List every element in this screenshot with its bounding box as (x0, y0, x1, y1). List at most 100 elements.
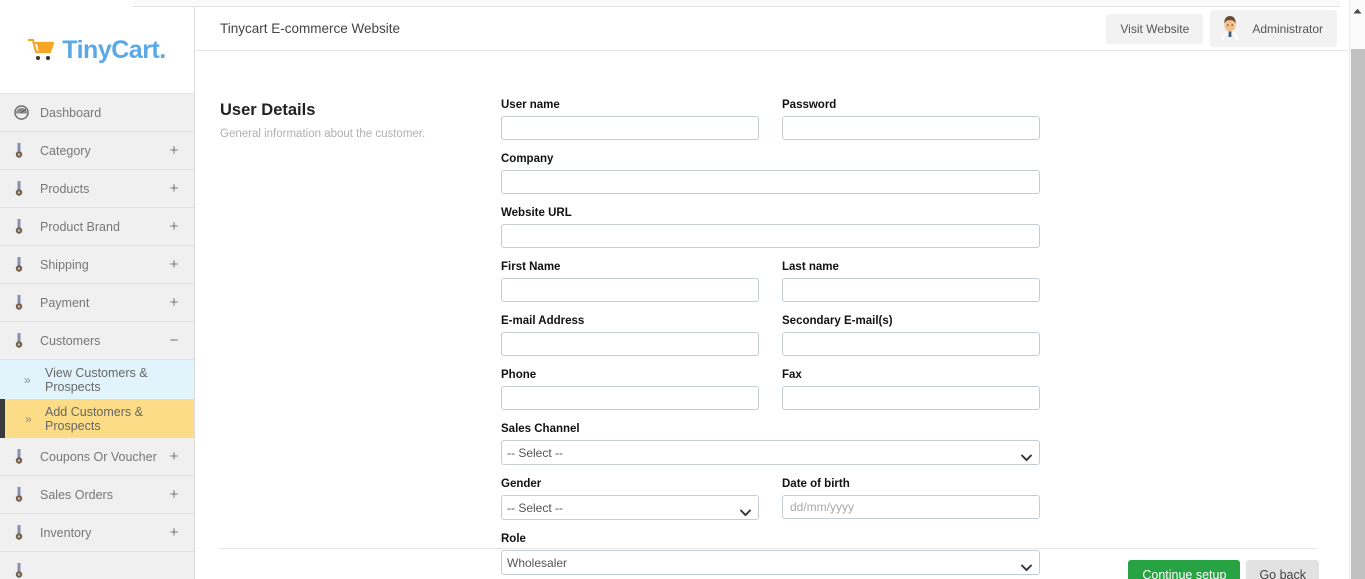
gender-select[interactable]: -- Select -- (501, 495, 759, 520)
page-title: Tinycart E-commerce Website (220, 21, 401, 36)
sidebar-item-customers[interactable]: Customers − (0, 322, 194, 360)
sidebar-item-label: Products (40, 181, 90, 196)
sidebar-item-label: Product Brand (40, 219, 120, 234)
sales-channel-select[interactable]: -- Select -- (501, 440, 1040, 465)
secondary-email-input[interactable] (782, 332, 1040, 356)
fax-input[interactable] (782, 386, 1040, 410)
sidebar-item-label: Payment (40, 295, 90, 310)
sidebar-item-shipping[interactable]: Shipping + (0, 246, 194, 284)
pin-icon (14, 448, 40, 465)
pin-icon (14, 256, 40, 273)
role-select[interactable]: Wholesaler (501, 550, 1040, 575)
footer-divider (220, 548, 1316, 549)
browser-scrollbar[interactable] (1349, 0, 1365, 579)
company-input[interactable] (501, 170, 1040, 194)
field-gender: Gender -- Select -- (501, 478, 759, 520)
website-url-label: Website URL (501, 207, 572, 219)
pin-icon (14, 486, 40, 503)
sidebar-toggle-icon[interactable]: + (168, 525, 180, 540)
footer-actions: Continue setup Go back (1128, 560, 1319, 579)
brand-logo-area[interactable]: TinyCart. (0, 7, 194, 94)
field-date-of-birth: Date of birth (782, 478, 1040, 520)
sidebar-toggle-icon[interactable]: + (168, 181, 180, 196)
sidebar-toggle-icon[interactable]: + (168, 257, 180, 272)
sidebar-toggle-icon[interactable]: + (168, 219, 180, 234)
sidebar-item-label: Shipping (40, 257, 89, 272)
brand-name: TinyCart. (62, 35, 166, 64)
sidebar-item-coupons-or-voucher[interactable]: Coupons Or Voucher + (0, 438, 194, 476)
continue-setup-button[interactable]: Continue setup (1128, 560, 1241, 579)
field-email: E-mail Address (501, 315, 759, 356)
field-phone: Phone (501, 369, 759, 410)
phone-label: Phone (501, 369, 537, 381)
sidebar-item-payment[interactable]: Payment + (0, 284, 194, 322)
email-label: E-mail Address (501, 315, 585, 327)
account-menu-button[interactable]: Administrator (1210, 10, 1337, 47)
pin-icon (14, 294, 40, 311)
pin-icon (14, 142, 40, 159)
chevron-double-right-icon: » (24, 372, 31, 387)
scroll-up-arrow-icon[interactable] (1350, 4, 1365, 18)
sidebar-item-add-customers[interactable]: » Add Customers & Prospects (0, 399, 194, 438)
sidebar-item-sales-orders[interactable]: Sales Orders + (0, 476, 194, 514)
user-avatar-icon (1218, 14, 1242, 43)
sidebar-item-products[interactable]: Products + (0, 170, 194, 208)
date-of-birth-input[interactable] (782, 495, 1040, 519)
company-label: Company (501, 153, 554, 165)
pin-icon (14, 524, 40, 541)
phone-input[interactable] (501, 386, 759, 410)
sidebar-item-label: Customers (40, 333, 101, 348)
last-name-label: Last name (782, 261, 839, 273)
main-area: Tinycart E-commerce Website Visit Websit… (195, 7, 1349, 579)
app-shell: TinyCart. Dashboard Category + Products … (0, 7, 1349, 579)
browser-top-strip-inner (133, 0, 1340, 7)
field-secondary-email: Secondary E-mail(s) (782, 315, 1040, 356)
pin-icon (14, 180, 40, 197)
topbar-actions: Visit Website Administrator (1106, 10, 1337, 47)
email-input[interactable] (501, 332, 759, 356)
sales-channel-label: Sales Channel (501, 423, 580, 435)
password-label: Password (782, 99, 837, 111)
browser-viewport: TinyCart. Dashboard Category + Products … (0, 0, 1365, 579)
secondary-email-label: Secondary E-mail(s) (782, 315, 893, 327)
first-name-label: First Name (501, 261, 561, 273)
sidebar-item-label: Category (40, 143, 91, 158)
date-of-birth-label: Date of birth (782, 478, 850, 490)
field-role: Role Wholesaler (501, 533, 1040, 575)
scrollbar-thumb[interactable] (1351, 49, 1365, 579)
sidebar-item-inventory[interactable]: Inventory + (0, 514, 194, 552)
last-name-input[interactable] (782, 278, 1040, 302)
username-input[interactable] (501, 116, 759, 140)
pin-icon (14, 332, 40, 349)
sidebar-toggle-icon[interactable]: + (168, 295, 180, 310)
sidebar-toggle-icon[interactable]: + (168, 143, 180, 158)
sidebar-item-partial[interactable] (0, 552, 194, 579)
section-title: User Details (220, 101, 316, 119)
website-url-input[interactable] (501, 224, 1040, 248)
username-label: User name (501, 99, 560, 111)
fax-label: Fax (782, 369, 802, 381)
dashboard-gauge-icon (14, 105, 40, 120)
sidebar-toggle-icon[interactable]: + (168, 449, 180, 464)
chevron-double-right-icon: » (25, 411, 32, 426)
sidebar-item-label: Sales Orders (40, 487, 113, 502)
sidebar-toggle-icon[interactable]: + (168, 487, 180, 502)
gender-label: Gender (501, 478, 542, 490)
field-first-name: First Name (501, 261, 759, 302)
section-header: User Details General information about t… (220, 101, 480, 140)
sidebar-item-dashboard[interactable]: Dashboard (0, 94, 194, 132)
user-details-form: User name Password Company Website URL F… (501, 99, 1046, 579)
role-label: Role (501, 533, 526, 545)
visit-website-button[interactable]: Visit Website (1106, 13, 1204, 44)
sidebar-toggle-icon[interactable]: − (168, 333, 180, 348)
password-input[interactable] (782, 116, 1040, 140)
pin-icon (14, 562, 40, 579)
sidebar-item-view-customers[interactable]: » View Customers & Prospects (0, 360, 194, 399)
sidebar-item-product-brand[interactable]: Product Brand + (0, 208, 194, 246)
shopping-cart-icon (28, 37, 58, 63)
sidebar-item-label: Coupons Or Voucher (40, 449, 157, 464)
go-back-button[interactable]: Go back (1246, 560, 1319, 579)
sidebar-item-category[interactable]: Category + (0, 132, 194, 170)
first-name-input[interactable] (501, 278, 759, 302)
field-website-url: Website URL (501, 207, 1040, 248)
